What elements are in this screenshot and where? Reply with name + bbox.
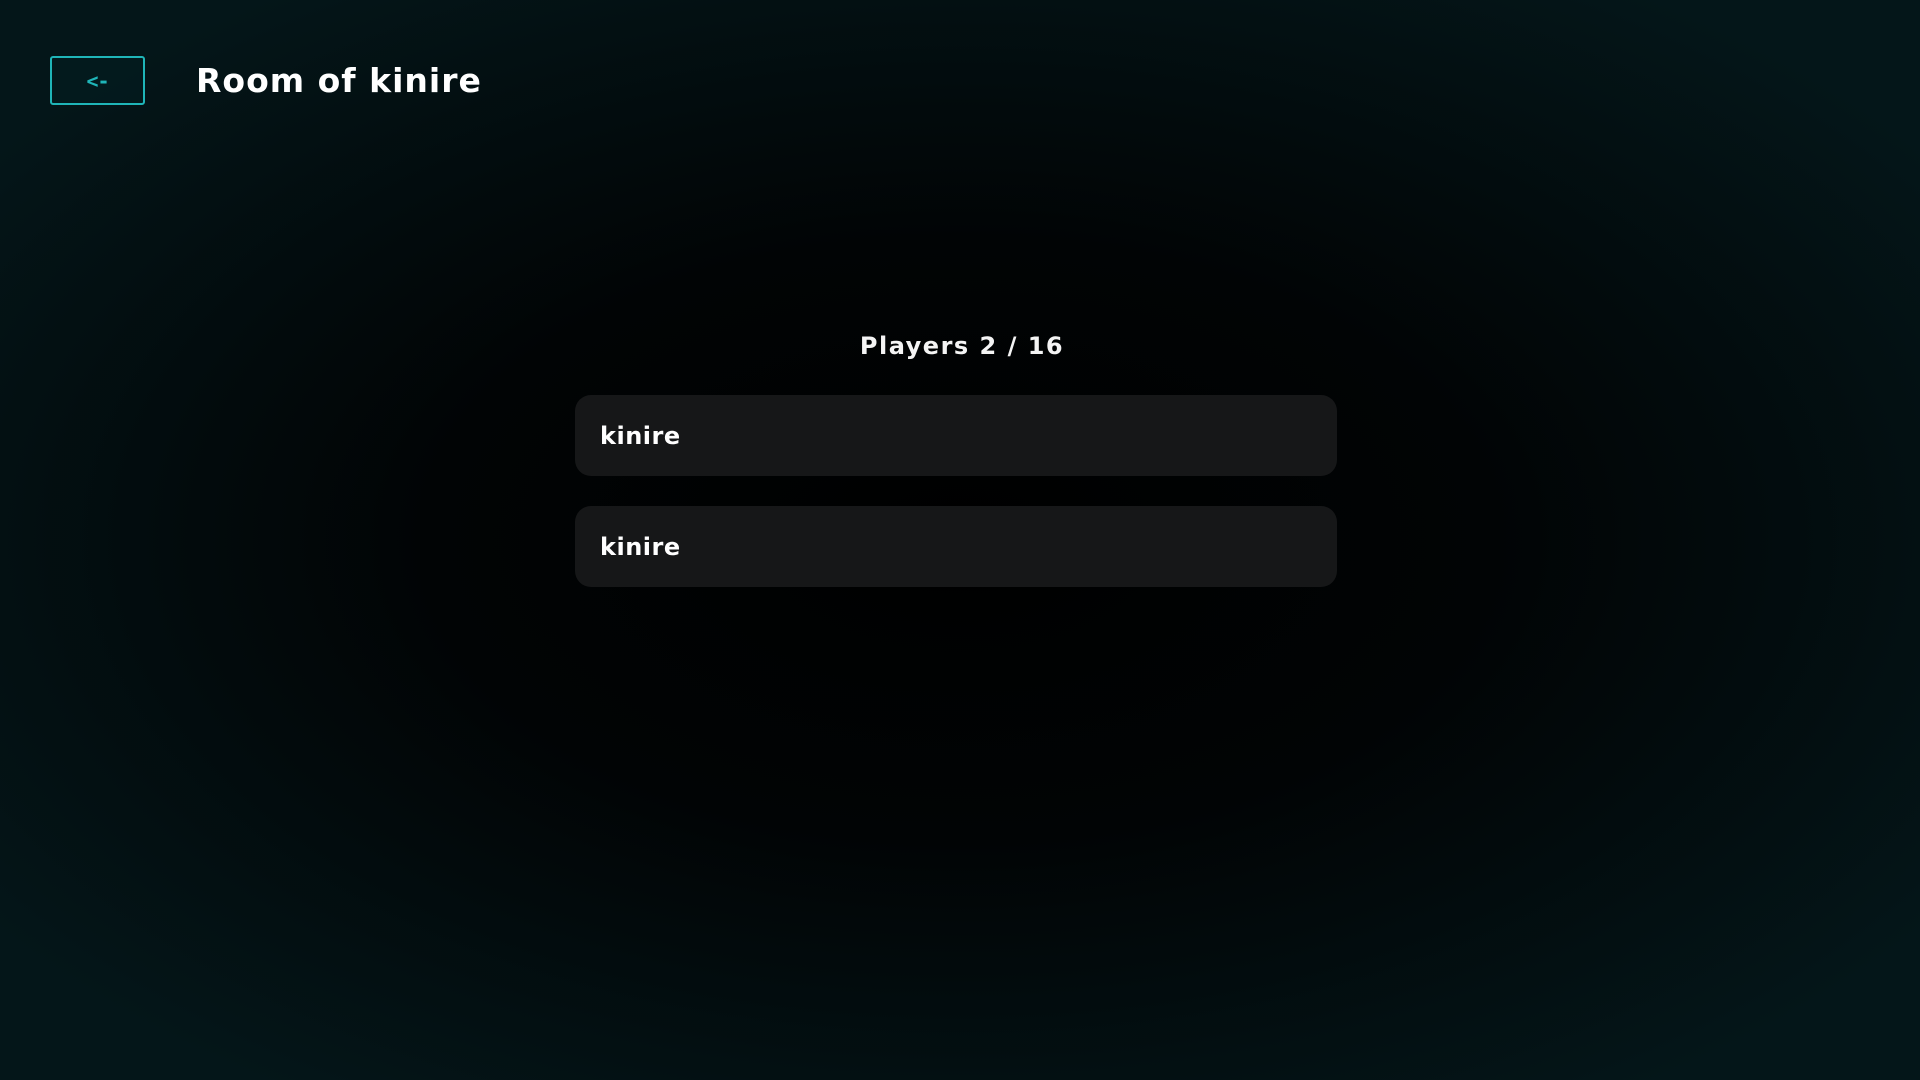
player-list: kinire kinire (575, 395, 1337, 587)
arrow-left-icon: <- (86, 68, 109, 93)
player-card: kinire (575, 395, 1337, 476)
players-count: Players 2 / 16 (859, 332, 1065, 360)
player-name: kinire (600, 532, 681, 561)
player-name: kinire (600, 421, 681, 450)
players-panel: Players 2 / 16 kinire kinire (575, 325, 1337, 617)
page-title: Room of kinire (196, 61, 482, 100)
back-button[interactable]: <- (50, 56, 145, 105)
player-card: kinire (575, 506, 1337, 587)
